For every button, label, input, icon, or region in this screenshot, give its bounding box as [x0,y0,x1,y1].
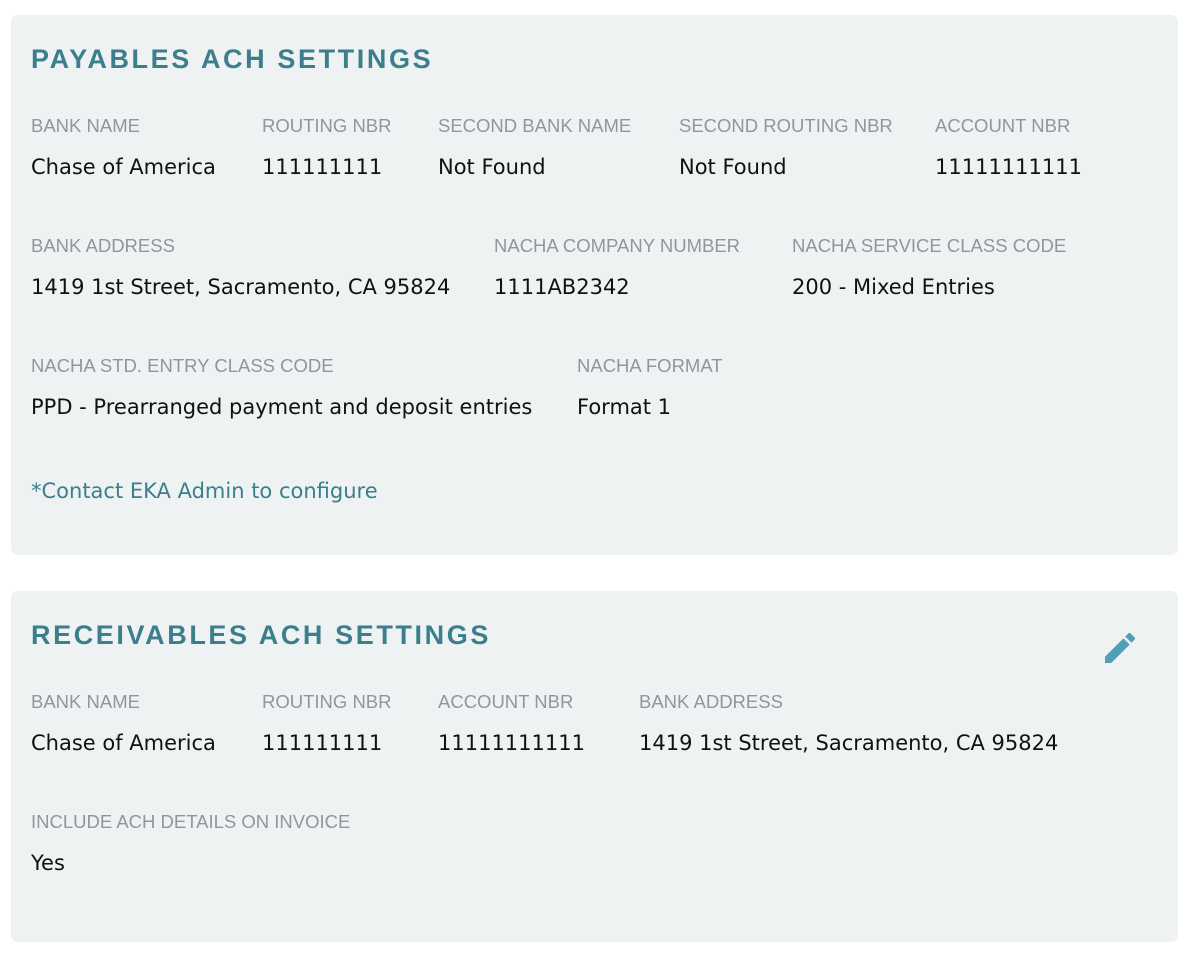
payables-bank-name-label: BANK NAME [31,115,140,136]
receivables-account-nbr-label: ACCOUNT NBR [438,691,574,712]
payables-account-nbr-field: ACCOUNT NBR 11111111111 [935,115,1082,180]
payables-second-bank-name-label: SECOND BANK NAME [438,115,632,136]
contact-admin-note: *Contact EKA Admin to configure [31,479,378,503]
receivables-include-ach-details-field: INCLUDE ACH DETAILS ON INVOICE Yes [31,811,351,876]
receivables-bank-address-label: BANK ADDRESS [639,691,783,712]
payables-nacha-std-entry-class-code-field: NACHA STD. ENTRY CLASS CODE PPD - Prearr… [31,355,533,420]
payables-bank-name-value: Chase of America [31,155,216,179]
payables-section-title: PAYABLES ACH SETTINGS [31,44,434,74]
payables-account-nbr-value: 11111111111 [935,155,1082,179]
receivables-bank-address-field: BANK ADDRESS 1419 1st Street, Sacramento… [639,691,1059,756]
receivables-section-title: RECEIVABLES ACH SETTINGS [31,620,491,650]
payables-second-routing-nbr-label: SECOND ROUTING NBR [679,115,893,136]
payables-nacha-service-class-code-field: NACHA SERVICE CLASS CODE 200 - Mixed Ent… [792,235,1067,300]
payables-nacha-std-entry-class-code-value: PPD - Prearranged payment and deposit en… [31,395,533,419]
payables-bank-name-field: BANK NAME Chase of America [31,115,216,180]
edit-receivables-button[interactable] [1100,628,1140,668]
receivables-bank-address-value: 1419 1st Street, Sacramento, CA 95824 [639,731,1059,755]
receivables-routing-nbr-field: ROUTING NBR 111111111 [262,691,392,756]
payables-routing-nbr-value: 111111111 [262,155,383,179]
receivables-account-nbr-value: 11111111111 [438,731,585,755]
pencil-icon [1105,632,1136,663]
payables-nacha-service-class-code-label: NACHA SERVICE CLASS CODE [792,235,1067,256]
payables-ach-settings-card: PAYABLES ACH SETTINGS BANK NAME Chase of… [11,15,1178,555]
payables-account-nbr-label: ACCOUNT NBR [935,115,1071,136]
payables-nacha-std-entry-class-code-label: NACHA STD. ENTRY CLASS CODE [31,355,334,376]
payables-routing-nbr-label: ROUTING NBR [262,115,392,136]
receivables-include-ach-details-label: INCLUDE ACH DETAILS ON INVOICE [31,811,351,832]
payables-nacha-format-value: Format 1 [577,395,672,419]
payables-routing-nbr-field: ROUTING NBR 111111111 [262,115,392,180]
payables-second-routing-nbr-value: Not Found [679,155,787,179]
payables-bank-address-value: 1419 1st Street, Sacramento, CA 95824 [31,275,451,299]
payables-bank-address-label: BANK ADDRESS [31,235,175,256]
receivables-include-ach-details-value: Yes [31,851,65,875]
receivables-bank-name-field: BANK NAME Chase of America [31,691,216,756]
receivables-bank-name-label: BANK NAME [31,691,140,712]
receivables-ach-settings-card: RECEIVABLES ACH SETTINGS BANK NAME Chase… [11,591,1178,942]
payables-nacha-format-field: NACHA FORMAT Format 1 [577,355,723,420]
payables-second-bank-name-value: Not Found [438,155,546,179]
payables-nacha-service-class-code-value: 200 - Mixed Entries [792,275,995,299]
payables-bank-address-field: BANK ADDRESS 1419 1st Street, Sacramento… [31,235,451,300]
payables-nacha-company-number-label: NACHA COMPANY NUMBER [494,235,741,256]
payables-nacha-format-label: NACHA FORMAT [577,355,723,376]
payables-nacha-company-number-field: NACHA COMPANY NUMBER 1111AB2342 [494,235,741,300]
payables-second-routing-nbr-field: SECOND ROUTING NBR Not Found [679,115,893,180]
receivables-bank-name-value: Chase of America [31,731,216,755]
receivables-routing-nbr-value: 111111111 [262,731,383,755]
payables-second-bank-name-field: SECOND BANK NAME Not Found [438,115,632,180]
payables-nacha-company-number-value: 1111AB2342 [494,275,630,299]
receivables-account-nbr-field: ACCOUNT NBR 11111111111 [438,691,585,756]
receivables-routing-nbr-label: ROUTING NBR [262,691,392,712]
